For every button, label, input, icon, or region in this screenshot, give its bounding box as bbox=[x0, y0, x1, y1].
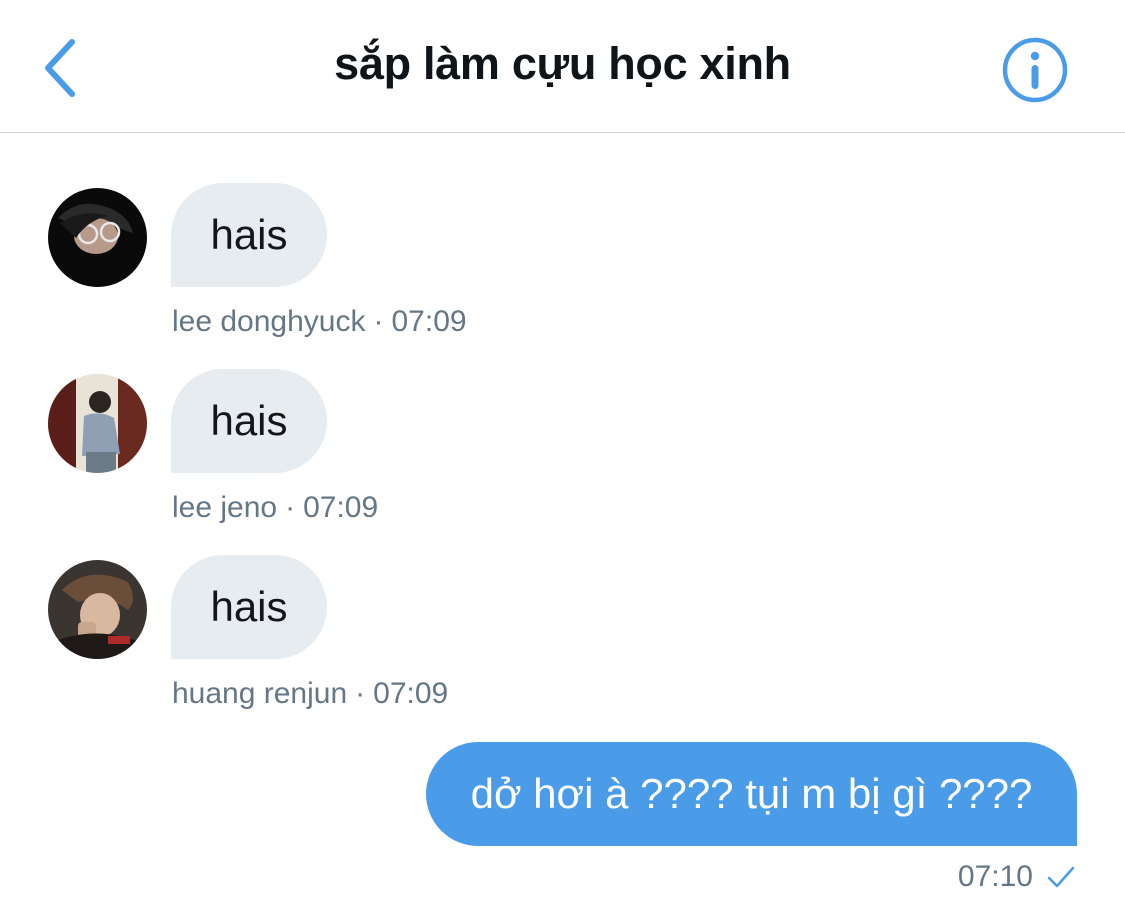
message-time: 07:09 bbox=[373, 677, 449, 710]
message-bubble[interactable]: hais bbox=[171, 369, 327, 473]
sender-name: lee donghyuck bbox=[172, 305, 366, 338]
message-meta: lee jeno · 07:09 bbox=[172, 491, 378, 525]
message-meta: huang renjun · 07:09 bbox=[172, 677, 448, 711]
avatar[interactable] bbox=[48, 374, 147, 473]
avatar-photo-icon bbox=[48, 374, 147, 473]
sender-name: lee jeno bbox=[172, 491, 278, 524]
avatar-photo-icon bbox=[48, 560, 147, 659]
avatar-photo-icon bbox=[48, 188, 147, 287]
avatar[interactable] bbox=[48, 188, 147, 287]
meta-separator: · bbox=[355, 677, 366, 710]
message-time: 07:10 bbox=[957, 860, 1033, 893]
message-time: 07:09 bbox=[303, 491, 379, 524]
outgoing-message-bubble[interactable]: dở hơi à ???? tụi m bị gì ???? bbox=[426, 742, 1077, 846]
back-button[interactable] bbox=[38, 36, 86, 100]
checkmark-icon bbox=[1047, 866, 1075, 888]
info-icon bbox=[1002, 37, 1068, 103]
conversation-header: sắp làm cựu học xinh bbox=[0, 0, 1125, 133]
message-time: 07:09 bbox=[391, 305, 467, 338]
message-meta: lee donghyuck · 07:09 bbox=[172, 305, 467, 339]
avatar[interactable] bbox=[48, 560, 147, 659]
outgoing-message-meta: 07:10 bbox=[958, 860, 1077, 894]
sender-name: huang renjun bbox=[172, 677, 348, 710]
chevron-left-icon bbox=[45, 39, 75, 97]
info-button[interactable] bbox=[1001, 36, 1069, 104]
message-bubble[interactable]: hais bbox=[171, 555, 327, 659]
conversation-title: sắp làm cựu học xinh bbox=[334, 38, 791, 89]
meta-separator: · bbox=[373, 305, 384, 338]
meta-separator: · bbox=[285, 491, 296, 524]
message-bubble[interactable]: hais bbox=[171, 183, 327, 287]
